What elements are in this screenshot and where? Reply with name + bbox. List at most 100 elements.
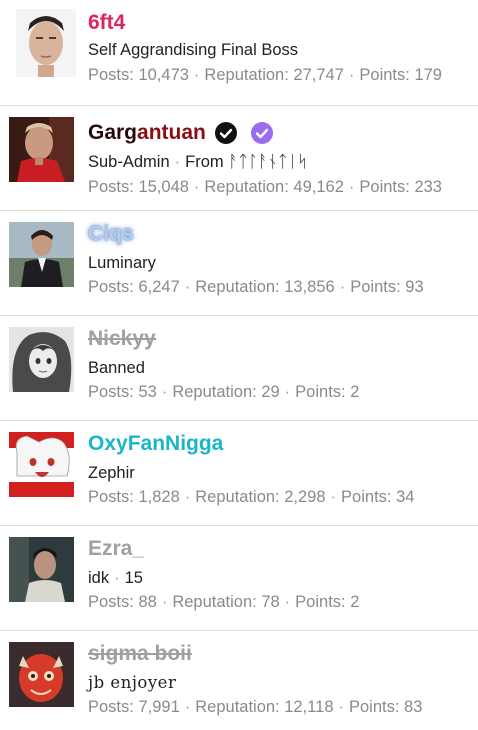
reputation-count: 78 [261,593,280,611]
avatar-image [9,117,74,182]
user-stats: Posts: 53 · Reputation: 29 · Points: 2 [88,382,359,402]
separator: · [161,383,168,401]
points-count: 2 [350,383,360,401]
posts-label: Posts: [88,66,134,84]
avatar[interactable] [16,9,76,77]
username-link[interactable]: 6ft4 [88,10,125,36]
list-item: Nickyy Banned Posts: 53 · Reputation: 29 · P… [0,316,478,421]
avatar[interactable] [9,642,74,707]
list-item: Ezra_ idk · 15 Posts: 88 · Reputation: 78 · Po… [0,526,478,631]
avatar-image [9,327,74,392]
title-location: From ᚨᛏᛚᚨᚾᛏᛁᛋ [185,153,308,171]
posts-label: Posts: [88,278,134,296]
user-stats: Posts: 1,828 · Reputation: 2,298 · Points: 3… [88,487,414,507]
posts-count: 7,991 [138,698,180,716]
avatar-image [9,537,74,602]
list-item: 6ft4 Self Aggrandising Final Boss Posts:… [0,0,478,106]
points-label: Points: [359,178,410,196]
posts-count: 10,473 [138,66,189,84]
avatar-image [16,9,76,77]
reputation-label: Reputation: [204,178,289,196]
user-title: Luminary [88,254,156,272]
reputation-count: 2,298 [284,488,326,506]
points-label: Points: [341,488,392,506]
username-part[interactable]: antuan [137,120,206,146]
user-stats: Posts: 88 · Reputation: 78 · Points: 2 [88,592,359,612]
points-label: Points: [350,278,401,296]
posts-count: 1,828 [138,488,180,506]
username[interactable]: Ciqs [88,221,134,247]
reputation-label: Reputation: [195,698,280,716]
list-item: OxyFanNigga Zephir Posts: 1,828 · Reputati… [0,421,478,526]
user-title: Banned [88,359,145,377]
avatar[interactable] [9,117,74,182]
username[interactable]: Ezra_ [88,536,144,562]
user-title: Sub-Admin · From ᚨᛏᛚᚨᚾᛏᛁᛋ [88,152,307,172]
points-count: 83 [404,698,423,716]
points-count: 233 [414,178,442,196]
posts-count: 88 [138,593,157,611]
check-circle-purple-icon [250,122,273,144]
posts-label: Posts: [88,178,134,196]
username-link[interactable]: Nickyy [88,326,156,352]
username-part[interactable]: Garg [88,120,137,146]
username[interactable]: sigma boii [88,641,192,667]
user-stats: Posts: 6,247 · Reputation: 13,856 · Points: … [88,277,424,297]
reputation-label: Reputation: [195,278,280,296]
avatar-image [9,432,74,497]
username[interactable]: 6ft4 [88,10,125,36]
username-link[interactable]: Ezra_ [88,536,144,562]
avatar[interactable] [9,327,74,392]
reputation-count: 49,162 [293,178,344,196]
reputation-label: Reputation: [195,488,280,506]
posts-label: Posts: [88,383,134,401]
points-label: Points: [359,66,410,84]
points-label: Points: [349,698,400,716]
check-circle-black-icon [214,122,237,144]
user-title: idk · 15 [88,568,143,588]
avatar[interactable] [9,222,74,287]
points-label: Points: [295,593,346,611]
avatar-image [9,222,74,287]
title-role: Sub-Admin [88,153,170,171]
separator: · [184,278,191,296]
separator: · [193,66,200,84]
posts-label: Posts: [88,593,134,611]
list-item: Garg antuan Sub-Admin · From ᚨᛏᛚᚨᚾᛏᛁᛋ Posts… [0,106,478,211]
separator: · [161,593,168,611]
reputation-count: 13,856 [284,278,335,296]
reputation-count: 27,747 [293,66,344,84]
reputation-label: Reputation: [172,383,257,401]
reputation-count: 29 [261,383,280,401]
avatar[interactable] [9,537,74,602]
separator: · [114,569,120,587]
title-text: idk [88,569,110,587]
list-item: sigma boii jb enjoyer Posts: 7,991 · Reput… [0,631,478,729]
posts-label: Posts: [88,698,134,716]
separator: · [338,698,345,716]
username[interactable]: OxyFanNigga [88,431,223,457]
user-stats: Posts: 10,473 · Reputation: 27,747 · Points:… [88,65,442,85]
separator: · [348,178,355,196]
reputation-label: Reputation: [204,66,289,84]
member-list: 6ft4 Self Aggrandising Final Boss Posts:… [0,0,478,729]
avatar[interactable] [9,432,74,497]
posts-label: Posts: [88,488,134,506]
points-count: 34 [396,488,415,506]
username-link[interactable]: sigma boii [88,641,192,667]
username-link[interactable]: Ciqs [88,221,134,247]
user-stats: Posts: 7,991 · Reputation: 12,118 · Points: … [88,697,422,717]
username[interactable]: Nickyy [88,326,156,352]
posts-count: 15,048 [138,178,189,196]
separator: · [330,488,337,506]
separator: · [339,278,346,296]
username-link[interactable]: OxyFanNigga [88,431,223,457]
username-link[interactable]: Garg antuan [88,120,273,146]
user-title: Zephir [88,464,135,482]
separator: · [184,698,191,716]
separator: · [184,488,191,506]
posts-count: 6,247 [138,278,180,296]
points-count: 93 [405,278,424,296]
separator: · [284,593,291,611]
posts-count: 53 [138,383,157,401]
